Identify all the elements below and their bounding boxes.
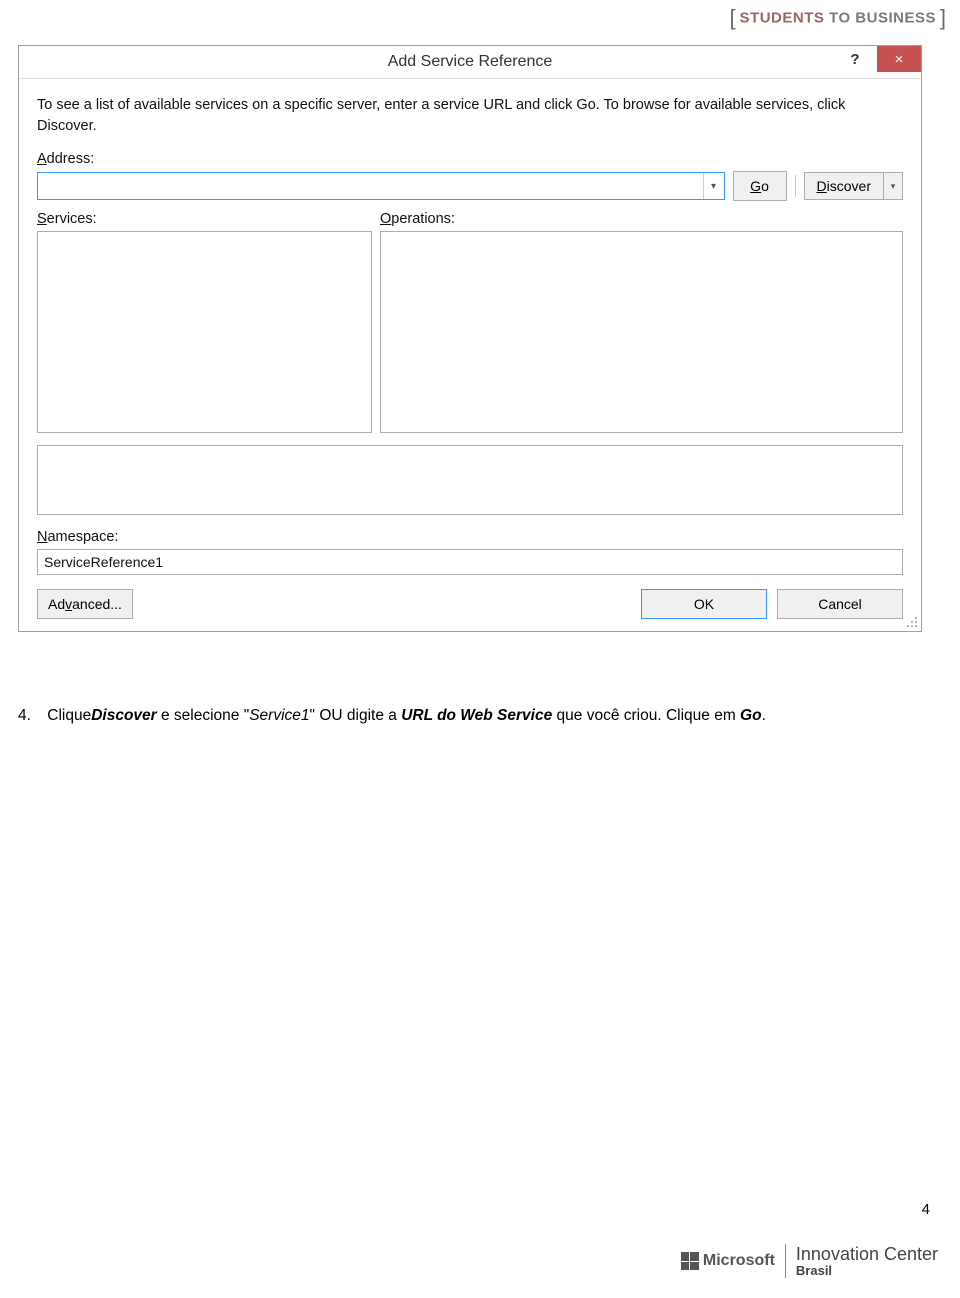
dialog-title: Add Service Reference — [19, 53, 921, 71]
titlebar: Add Service Reference ? × — [19, 46, 921, 79]
address-label: Address: — [37, 151, 903, 167]
discover-split-button[interactable]: Discover ▾ — [804, 172, 903, 200]
resize-grip-icon[interactable] — [905, 615, 919, 629]
discover-button[interactable]: Discover — [804, 172, 883, 200]
bracket-right: ] — [940, 5, 946, 30]
go-button[interactable]: Go — [733, 171, 787, 201]
microsoft-squares-icon — [681, 1252, 699, 1270]
microsoft-logo: Microsoft — [681, 1252, 775, 1270]
namespace-input[interactable] — [37, 549, 903, 575]
address-input[interactable] — [38, 173, 703, 199]
header-logo: [ STUDENTS TO BUSINESS ] — [730, 5, 946, 31]
divider — [785, 1244, 786, 1278]
operations-label: Operations: — [380, 211, 903, 227]
page-number: 4 — [922, 1201, 930, 1218]
close-button[interactable]: × — [877, 46, 921, 72]
step-number: 4. — [18, 707, 31, 724]
services-label: Services: — [37, 211, 372, 227]
ok-button[interactable]: OK — [641, 589, 767, 619]
step-instruction: 4. CliqueDiscover e selecione "Service1"… — [18, 707, 930, 725]
chevron-down-icon[interactable]: ▾ — [703, 173, 724, 199]
footer-line1: Innovation Center — [796, 1245, 938, 1264]
operations-listbox[interactable] — [380, 231, 903, 433]
help-button[interactable]: ? — [833, 46, 877, 72]
advanced-button[interactable]: Advanced... — [37, 589, 133, 619]
bracket-left: [ — [730, 5, 736, 30]
add-service-reference-dialog: Add Service Reference ? × To see a list … — [18, 45, 922, 632]
footer-line2: Brasil — [796, 1264, 938, 1278]
separator — [795, 175, 796, 197]
logo-connector: TO — [824, 10, 855, 27]
footer-logo: Microsoft Innovation Center Brasil — [681, 1244, 938, 1278]
logo-word-business: BUSINESS — [855, 10, 936, 27]
services-listbox[interactable] — [37, 231, 372, 433]
address-combobox[interactable]: ▾ — [37, 172, 725, 200]
instruction-text: To see a list of available services on a… — [37, 95, 903, 137]
chevron-down-icon[interactable]: ▾ — [883, 172, 903, 200]
cancel-button[interactable]: Cancel — [777, 589, 903, 619]
logo-word-students: STUDENTS — [740, 10, 825, 27]
status-box — [37, 445, 903, 515]
namespace-label: Namespace: — [37, 529, 903, 545]
microsoft-wordmark: Microsoft — [703, 1252, 775, 1270]
